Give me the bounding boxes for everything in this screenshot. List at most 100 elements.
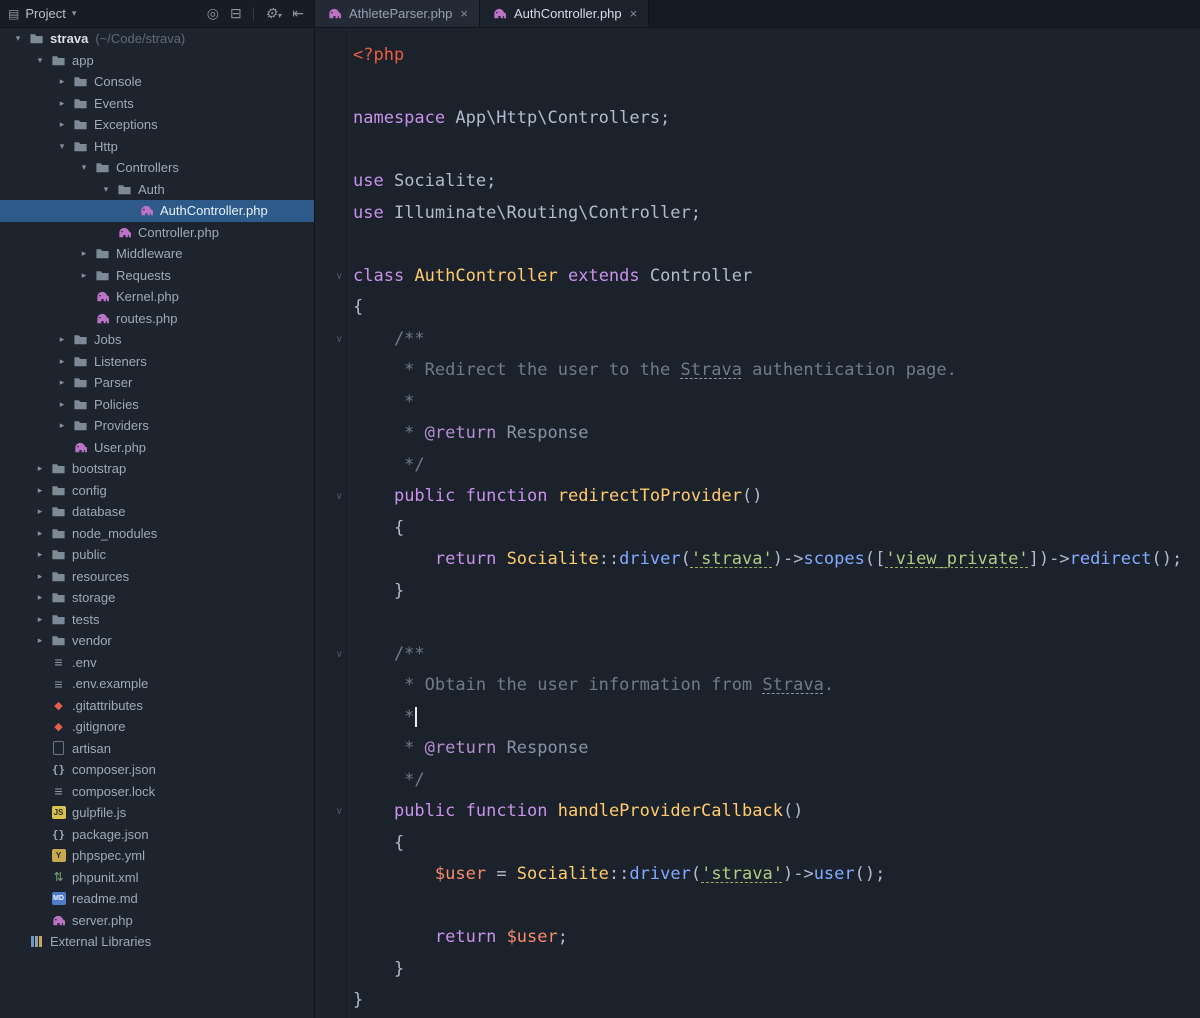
tree-chevron-icon[interactable]: ▸ (30, 571, 50, 582)
tree-item-readme-md[interactable]: MDreadme.md (0, 888, 314, 910)
fold-chevron-icon[interactable]: ∨ (315, 796, 349, 828)
code-line[interactable] (353, 607, 1200, 639)
tree-item-public[interactable]: ▸public (0, 544, 314, 566)
code-line[interactable]: } (353, 985, 1200, 1017)
tree-item-composer-lock[interactable]: ≡composer.lock (0, 781, 314, 803)
code-line[interactable]: * @return Response (353, 418, 1200, 450)
tree-item-artisan[interactable]: artisan (0, 738, 314, 760)
code-line[interactable]: return Socialite::driver('strava')->scop… (353, 544, 1200, 576)
tree-chevron-icon[interactable]: ▾ (74, 162, 94, 173)
code-line[interactable]: */ (353, 450, 1200, 482)
tree-chevron-icon[interactable]: ▾ (30, 55, 50, 66)
code-line[interactable]: * (353, 702, 1200, 734)
tree-item-policies[interactable]: ▸Policies (0, 394, 314, 416)
tree-item-resources[interactable]: ▸resources (0, 566, 314, 588)
code-line[interactable]: use Socialite; (353, 166, 1200, 198)
code-line[interactable]: <?php (353, 40, 1200, 72)
tab-athleteparser-php[interactable]: AthleteParser.php × (315, 0, 480, 27)
tree-item-kernel-php[interactable]: Kernel.php (0, 286, 314, 308)
tree-chevron-icon[interactable]: ▸ (30, 635, 50, 646)
collapse-all-icon[interactable]: ⊟ (230, 5, 242, 22)
code-line[interactable] (353, 891, 1200, 923)
tree-item-requests[interactable]: ▸Requests (0, 265, 314, 287)
tree-item-env-example[interactable]: ≡.env.example (0, 673, 314, 695)
tree-chevron-icon[interactable]: ▸ (74, 270, 94, 281)
project-view-selector[interactable]: ▤ Project ▾ (8, 6, 76, 21)
tree-item-controllers[interactable]: ▾Controllers (0, 157, 314, 179)
tree-item-storage[interactable]: ▸storage (0, 587, 314, 609)
tree-item-providers[interactable]: ▸Providers (0, 415, 314, 437)
tree-item-console[interactable]: ▸Console (0, 71, 314, 93)
tree-chevron-icon[interactable]: ▸ (30, 614, 50, 625)
close-icon[interactable]: × (630, 6, 638, 21)
code-line[interactable]: } (353, 576, 1200, 608)
tree-chevron-icon[interactable]: ▸ (52, 420, 72, 431)
tree-chevron-icon[interactable]: ▸ (52, 334, 72, 345)
tree-item-parser[interactable]: ▸Parser (0, 372, 314, 394)
tree-item-env[interactable]: ≡.env (0, 652, 314, 674)
tree-item-node-modules[interactable]: ▸node_modules (0, 523, 314, 545)
tree-item-gulpfile-js[interactable]: JSgulpfile.js (0, 802, 314, 824)
fold-chevron-icon[interactable]: ∨ (315, 639, 349, 671)
tree-item-tests[interactable]: ▸tests (0, 609, 314, 631)
tree-chevron-icon[interactable]: ▾ (8, 33, 28, 44)
tree-chevron-icon[interactable]: ▸ (52, 76, 72, 87)
tree-item-listeners[interactable]: ▸Listeners (0, 351, 314, 373)
tree-chevron-icon[interactable]: ▸ (30, 549, 50, 560)
tree-item-controller-php[interactable]: Controller.php (0, 222, 314, 244)
tree-item-http[interactable]: ▾Http (0, 136, 314, 158)
tab-authcontroller-php[interactable]: AuthController.php × (480, 0, 649, 27)
code-line[interactable]: return $user; (353, 922, 1200, 954)
tree-item-exceptions[interactable]: ▸Exceptions (0, 114, 314, 136)
tree-item-events[interactable]: ▸Events (0, 93, 314, 115)
tree-chevron-icon[interactable]: ▸ (52, 377, 72, 388)
tree-item-authcontroller-php[interactable]: AuthController.php (0, 200, 314, 222)
tree-item-phpunit-xml[interactable]: ⇅phpunit.xml (0, 867, 314, 889)
tree-item-middleware[interactable]: ▸Middleware (0, 243, 314, 265)
tree-chevron-icon[interactable]: ▸ (30, 463, 50, 474)
tree-item-database[interactable]: ▸database (0, 501, 314, 523)
tree-item-auth[interactable]: ▾Auth (0, 179, 314, 201)
tree-chevron-icon[interactable]: ▸ (52, 356, 72, 367)
tree-chevron-icon[interactable]: ▾ (52, 141, 72, 152)
code-line[interactable]: public function handleProviderCallback() (353, 796, 1200, 828)
tree-item-bootstrap[interactable]: ▸bootstrap (0, 458, 314, 480)
tree-chevron-icon[interactable]: ▸ (52, 399, 72, 410)
code-line[interactable] (353, 72, 1200, 104)
tree-chevron-icon[interactable]: ▸ (30, 592, 50, 603)
fold-chevron-icon[interactable]: ∨ (315, 261, 349, 293)
code-line[interactable] (353, 135, 1200, 167)
tree-item-routes-php[interactable]: routes.php (0, 308, 314, 330)
code-line[interactable]: * @return Response (353, 733, 1200, 765)
tree-item-gitattributes[interactable]: ◆.gitattributes (0, 695, 314, 717)
tree-chevron-icon[interactable]: ▸ (30, 528, 50, 539)
code-line[interactable]: /** (353, 324, 1200, 356)
tree-item-config[interactable]: ▸config (0, 480, 314, 502)
hide-panel-icon[interactable]: ⇤ (292, 5, 304, 22)
tree-item-server-php[interactable]: server.php (0, 910, 314, 932)
tree-chevron-icon[interactable]: ▸ (52, 98, 72, 109)
fold-chevron-icon[interactable]: ∨ (315, 324, 349, 356)
tree-item-app[interactable]: ▾app (0, 50, 314, 72)
tree-chevron-icon[interactable]: ▸ (30, 485, 50, 496)
close-icon[interactable]: × (460, 6, 468, 21)
tree-chevron-icon[interactable]: ▸ (74, 248, 94, 259)
tree-chevron-icon[interactable]: ▸ (30, 506, 50, 517)
code-line[interactable]: $user = Socialite::driver('strava')->use… (353, 859, 1200, 891)
code-line[interactable]: namespace App\Http\Controllers; (353, 103, 1200, 135)
code-line[interactable]: * Obtain the user information from Strav… (353, 670, 1200, 702)
code-line[interactable]: */ (353, 765, 1200, 797)
tree-item-user-php[interactable]: User.php (0, 437, 314, 459)
tree-item-vendor[interactable]: ▸vendor (0, 630, 314, 652)
tree-item-external-libraries[interactable]: External Libraries (0, 931, 314, 953)
code-line[interactable]: /** (353, 639, 1200, 671)
tree-item-package-json[interactable]: {}package.json (0, 824, 314, 846)
project-tree[interactable]: ▾strava(~/Code/strava)▾app▸Console▸Event… (0, 28, 314, 1018)
code-line[interactable]: public function redirectToProvider() (353, 481, 1200, 513)
tree-item-gitignore[interactable]: ◆.gitignore (0, 716, 314, 738)
code-line[interactable]: { (353, 828, 1200, 860)
code-line[interactable]: { (353, 292, 1200, 324)
tree-item-composer-json[interactable]: {}composer.json (0, 759, 314, 781)
code-line[interactable]: * Redirect the user to the Strava authen… (353, 355, 1200, 387)
tree-chevron-icon[interactable]: ▾ (96, 184, 116, 195)
